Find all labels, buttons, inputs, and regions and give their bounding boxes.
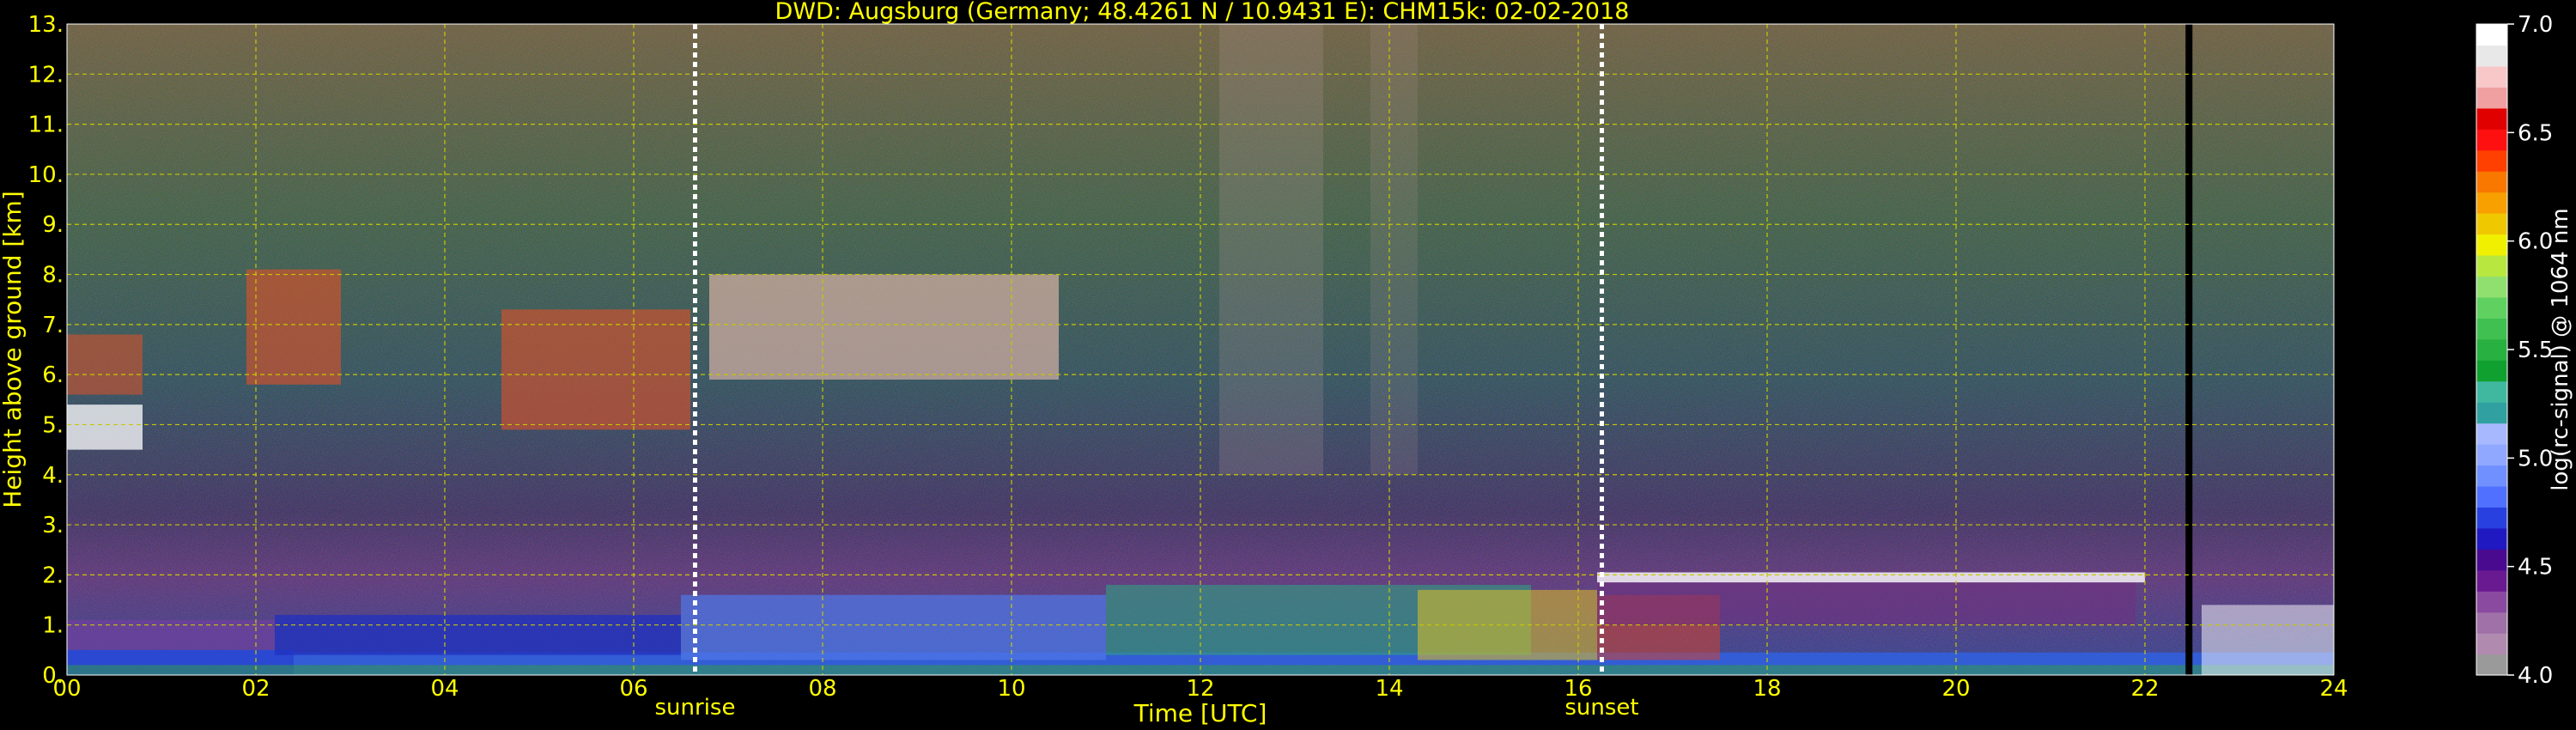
colorbar-swatch xyxy=(2476,402,2507,424)
colorbar-swatch xyxy=(2476,296,2507,319)
plot-area xyxy=(66,23,2335,676)
chart-title: DWD: Augsburg (Germany; 48.4261 N / 10.9… xyxy=(775,0,1630,25)
colorbar-swatch xyxy=(2476,569,2507,592)
ceilometer-plot: DWD: Augsburg (Germany; 48.4261 N / 10.9… xyxy=(0,0,2573,727)
colorbar-swatch xyxy=(2476,129,2507,151)
x-tick-label: 14 xyxy=(1375,676,1403,702)
signal-region xyxy=(501,309,690,430)
colorbar-swatch xyxy=(2476,107,2507,130)
colorbar-swatch xyxy=(2476,633,2507,655)
colorbar-swatch xyxy=(2476,213,2507,235)
signal-region xyxy=(1219,24,1323,475)
x-axis-label: Time [UTC] xyxy=(1133,699,1267,727)
y-tick-label: 5. xyxy=(42,412,64,438)
colorbar-swatch xyxy=(2476,234,2507,256)
signal-region xyxy=(1597,580,2136,625)
y-tick-label: 6. xyxy=(42,362,64,388)
colorbar-swatch xyxy=(2476,318,2507,340)
signal-region xyxy=(681,594,1106,660)
x-tick-label: 24 xyxy=(2319,676,2348,702)
colorbar-swatch xyxy=(2476,149,2507,172)
colorbar-swatch xyxy=(2476,444,2507,466)
colorbar-swatch xyxy=(2476,465,2507,487)
colorbar-swatch xyxy=(2476,654,2507,676)
x-tick-label: 04 xyxy=(430,676,459,702)
y-tick-label: 1. xyxy=(42,613,64,639)
y-tick-label: 4. xyxy=(42,463,64,489)
colorbar-swatch xyxy=(2476,380,2507,403)
x-tick-label: 22 xyxy=(2130,676,2159,702)
signal-region xyxy=(67,334,143,395)
colorbar-swatch xyxy=(2476,591,2507,613)
y-tick-label: 7. xyxy=(42,313,64,338)
signal-region xyxy=(1370,24,1418,475)
signal-region xyxy=(67,405,143,450)
y-tick-label: 10. xyxy=(28,162,64,188)
sun-label: sunset xyxy=(1564,695,1638,721)
colorbar-swatch xyxy=(2476,611,2507,634)
signal-region xyxy=(1597,572,2145,583)
y-tick-labels: 0. 1. 2. 3. 4. 5. 6. 7. 8. 9. 10. 11. 12. 13. xyxy=(28,12,64,689)
colorbar-swatch xyxy=(2476,171,2507,193)
colorbar-swatch xyxy=(2476,65,2507,88)
colorbar-swatch xyxy=(2476,360,2507,382)
signal-region xyxy=(275,615,681,655)
colorbar-tick-label: 6.5 xyxy=(2518,120,2553,146)
y-axis-label: Height above ground [km] xyxy=(0,191,27,508)
x-tick-label: 08 xyxy=(808,676,836,702)
colorbar-swatch xyxy=(2476,45,2507,67)
signal-region xyxy=(2202,605,2334,675)
y-tick-label: 9. xyxy=(42,212,64,238)
colorbar-swatch xyxy=(2476,507,2507,529)
x-tick-label: 10 xyxy=(997,676,1025,702)
colorbar-swatch xyxy=(2476,338,2507,361)
x-tick-label: 12 xyxy=(1186,676,1214,702)
y-tick-label: 11. xyxy=(28,113,64,138)
sun-label: sunrise xyxy=(655,695,736,721)
colorbar-label: log(rc-signal) @ 1064 nm xyxy=(2548,208,2573,490)
x-tick-label: 18 xyxy=(1753,676,1781,702)
colorbar-swatch xyxy=(2476,423,2507,445)
colorbar-swatch xyxy=(2476,527,2507,550)
colorbar-swatch xyxy=(2476,254,2507,277)
x-tick-label: 02 xyxy=(241,676,270,702)
colorbar-swatch xyxy=(2476,485,2507,508)
data-gap xyxy=(2185,24,2193,675)
colorbar: 4.04.55.05.56.06.57.0 xyxy=(2476,12,2553,689)
colorbar-swatch xyxy=(2476,87,2507,109)
colorbar-swatch xyxy=(2476,549,2507,571)
signal-region xyxy=(709,274,1059,380)
colorbar-tick-label: 7.0 xyxy=(2518,12,2553,38)
y-tick-label: 3. xyxy=(42,513,64,538)
y-tick-label: 13. xyxy=(28,12,64,38)
colorbar-swatch xyxy=(2476,276,2507,298)
colorbar-swatch xyxy=(2476,192,2507,214)
colorbar-swatch xyxy=(2476,24,2507,46)
x-tick-label: 20 xyxy=(1941,676,1970,702)
y-tick-label: 8. xyxy=(42,263,64,289)
colorbar-tick-label: 4.0 xyxy=(2518,663,2553,689)
x-tick-label: 06 xyxy=(619,676,647,702)
y-tick-label: 0. xyxy=(42,663,64,689)
y-tick-label: 2. xyxy=(42,563,64,588)
colorbar-tick-label: 4.5 xyxy=(2518,555,2553,581)
x-tick-labels: 00 02 04 06 08 10 12 14 16 18 20 22 24 xyxy=(52,676,2348,702)
signal-region xyxy=(246,269,341,385)
y-tick-label: 12. xyxy=(28,62,64,88)
